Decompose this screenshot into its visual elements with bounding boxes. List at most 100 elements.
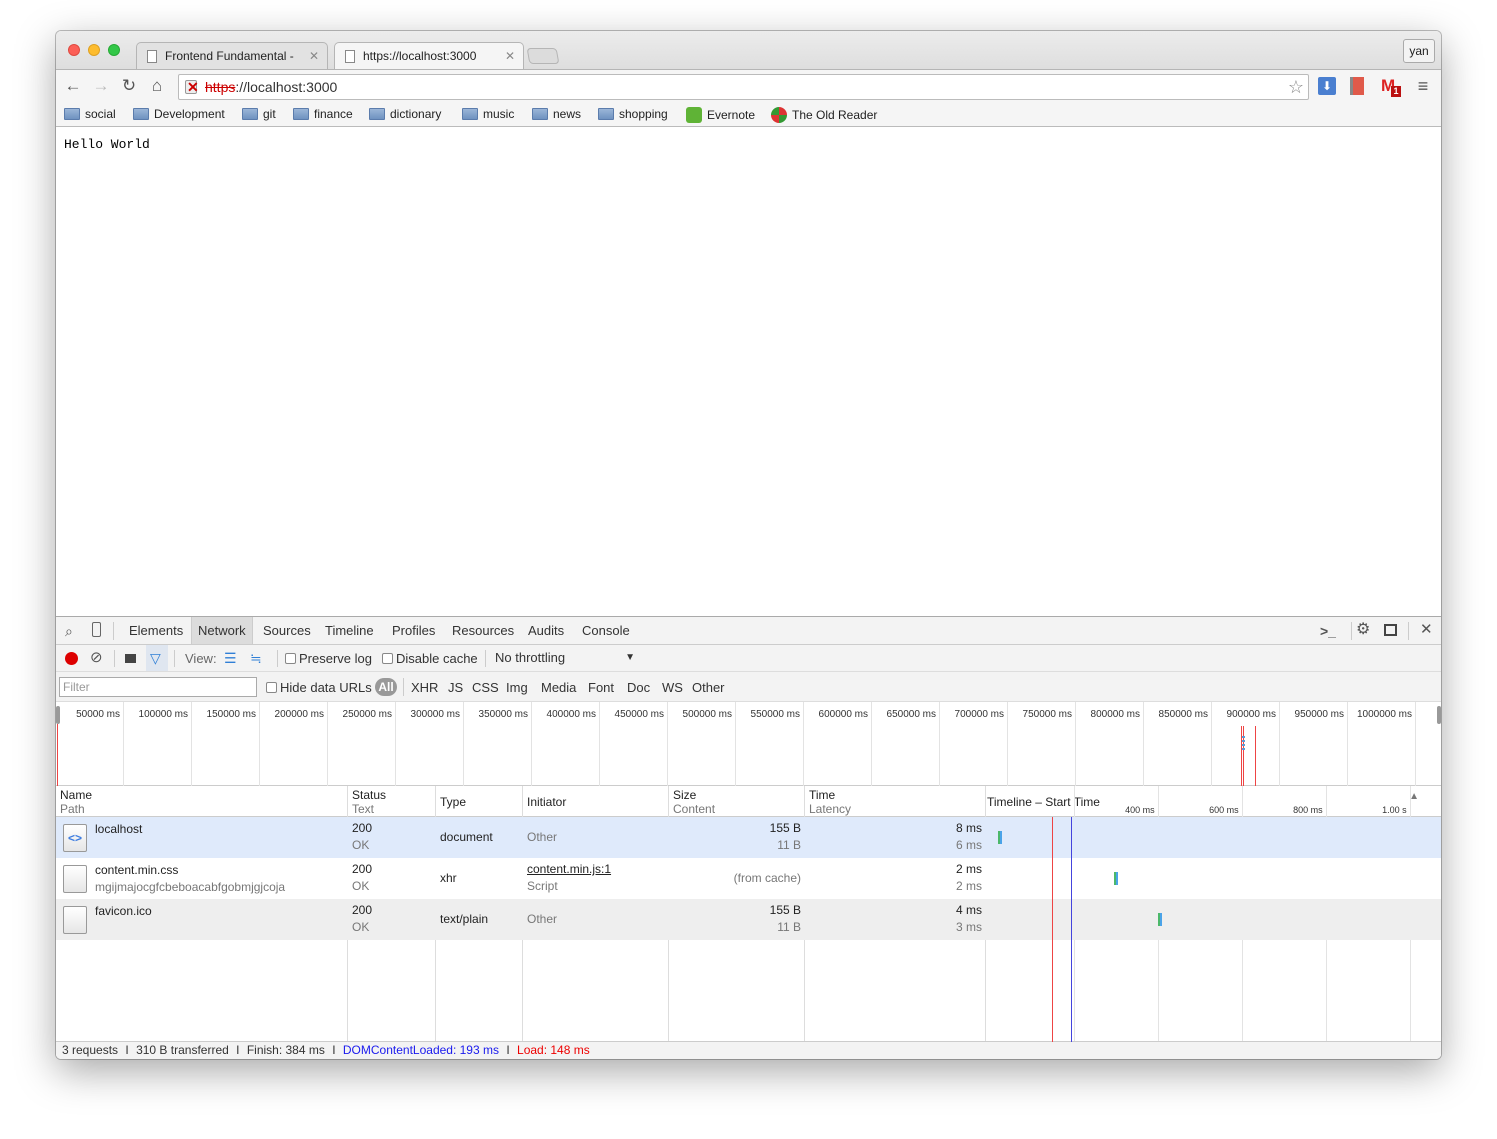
overview-waterfall-icon[interactable]: ≒ — [250, 650, 262, 666]
network-toolbar: ⊘ ▽ View: ☰ ≒ Preserve log Disable cache… — [56, 645, 1441, 672]
bookmark-news[interactable]: news — [532, 107, 581, 121]
tab-console[interactable]: Console — [576, 617, 636, 644]
document-file-icon: <> — [63, 824, 87, 852]
initiator: Other — [527, 912, 558, 926]
request-row[interactable]: favicon.ico 200 OK text/plain Other 155 … — [56, 899, 1441, 940]
overview-tick-label: 450000 ms — [600, 702, 668, 786]
dock-side-icon[interactable] — [1384, 624, 1397, 636]
bookmark-shopping[interactable]: shopping — [598, 107, 668, 121]
minimize-window-button[interactable] — [88, 44, 100, 56]
filter-all[interactable]: All — [375, 678, 397, 696]
hide-data-urls-checkbox[interactable]: Hide data URLs — [266, 680, 372, 696]
status-code: 200 — [352, 821, 373, 835]
filter-img[interactable]: Img — [506, 680, 528, 696]
bookmark-finance[interactable]: finance — [293, 107, 353, 121]
bookmark-evernote[interactable]: Evernote — [686, 107, 755, 123]
maximize-window-button[interactable] — [108, 44, 120, 56]
timeline-bar[interactable] — [998, 831, 1002, 844]
overview-tick-label: 900000 ms — [1212, 702, 1280, 786]
menu-icon[interactable]: ≡ — [1412, 75, 1434, 97]
large-rows-icon[interactable]: ☰ — [224, 650, 237, 666]
request-row[interactable]: content.min.css mgijmajocgfcbeboacabfgob… — [56, 858, 1441, 899]
timeline-bar[interactable] — [1157, 913, 1162, 926]
bookmark-old-reader[interactable]: The Old Reader — [771, 107, 877, 123]
new-tab-button[interactable] — [526, 48, 560, 64]
ssl-error-icon: ✕ — [187, 79, 199, 95]
request-name[interactable]: content.min.css — [95, 862, 178, 879]
overview-tick-label: 750000 ms — [1008, 702, 1076, 786]
gmail-badge: 1 — [1391, 86, 1401, 97]
filter-font[interactable]: Font — [588, 680, 614, 696]
tab-resources[interactable]: Resources — [446, 617, 520, 644]
address-bar[interactable]: ✕ https://localhost:3000 ☆ — [178, 74, 1309, 100]
console-drawer-icon[interactable]: >_ — [1320, 623, 1336, 639]
filter-media[interactable]: Media — [541, 680, 576, 696]
tab-audits[interactable]: Audits — [522, 617, 570, 644]
close-tab-icon[interactable]: ✕ — [505, 43, 515, 70]
tab-sources[interactable]: Sources — [257, 617, 317, 644]
forward-icon[interactable]: → — [90, 75, 112, 97]
column-status[interactable]: Status Text — [352, 788, 386, 816]
tab-network[interactable]: Network — [191, 617, 253, 644]
timeline-bar[interactable] — [1114, 872, 1119, 885]
initiator-link[interactable]: content.min.js:1 — [527, 861, 611, 878]
bookmark-development[interactable]: Development — [133, 107, 225, 121]
browser-tab-localhost[interactable]: https://localhost:3000 ✕ — [334, 42, 524, 69]
tab-timeline[interactable]: Timeline — [319, 617, 380, 644]
overview-tick-label: 350000 ms — [464, 702, 532, 786]
bookmark-music[interactable]: music — [462, 107, 514, 121]
request-size: 155 B — [769, 903, 801, 917]
device-mode-icon[interactable] — [92, 622, 101, 637]
disable-cache-checkbox[interactable]: Disable cache — [382, 651, 478, 667]
column-initiator[interactable]: Initiator — [527, 795, 566, 809]
profile-button[interactable]: yan — [1403, 39, 1435, 63]
filter-js[interactable]: JS — [448, 680, 463, 696]
overview-tick-label: 100000 ms — [124, 702, 192, 786]
filter-input[interactable]: Filter — [59, 677, 257, 697]
home-icon[interactable]: ⌂ — [146, 75, 168, 97]
tab-elements[interactable]: Elements — [123, 617, 189, 644]
bookmark-social[interactable]: social — [64, 107, 116, 121]
request-latency: 3 ms — [955, 920, 982, 934]
column-size[interactable]: Size Content — [673, 788, 715, 816]
bookmark-extension-icon[interactable] — [1350, 77, 1364, 95]
folder-icon — [64, 108, 80, 120]
request-size: (from cache) — [733, 871, 801, 885]
filter-doc[interactable]: Doc — [627, 680, 650, 696]
overview-tick-label: 300000 ms — [396, 702, 464, 786]
column-name[interactable]: Name Path — [60, 788, 92, 816]
request-row[interactable]: <> localhost 200 OK document Other 155 B… — [56, 817, 1441, 858]
capture-screenshots-icon[interactable] — [125, 654, 136, 663]
tab-profiles[interactable]: Profiles — [386, 617, 441, 644]
inspect-search-icon[interactable]: ⌕ — [65, 623, 73, 639]
settings-gear-icon[interactable]: ⚙ — [1356, 622, 1370, 638]
network-overview[interactable]: 50000 ms 100000 ms 150000 ms 200000 ms 25000… — [56, 702, 1441, 786]
bookmark-star-icon[interactable]: ☆ — [1288, 75, 1304, 99]
filter-other[interactable]: Other — [692, 680, 725, 696]
request-name[interactable]: localhost — [95, 821, 142, 838]
download-extension-icon[interactable]: ⬇ — [1318, 77, 1336, 95]
close-devtools-icon[interactable]: ✕ — [1420, 622, 1433, 638]
throttling-select[interactable]: No throttling ▼ — [495, 650, 635, 666]
close-window-button[interactable] — [68, 44, 80, 56]
back-icon[interactable]: ← — [62, 75, 84, 97]
overview-tick-label: 600000 ms — [804, 702, 872, 786]
request-name[interactable]: favicon.ico — [95, 903, 152, 920]
gmail-extension-icon[interactable]: M1 — [1381, 77, 1401, 97]
column-time[interactable]: Time Latency — [809, 788, 851, 816]
reload-icon[interactable]: ↻ — [118, 75, 140, 97]
filter-ws[interactable]: WS — [662, 680, 683, 696]
record-button[interactable] — [65, 652, 78, 665]
preserve-log-checkbox[interactable]: Preserve log — [285, 651, 372, 667]
filter-xhr[interactable]: XHR — [411, 680, 438, 696]
filter-funnel-icon[interactable]: ▽ — [150, 650, 161, 666]
requests-table: Name Path Status Text Type Initiator Size C… — [56, 786, 1441, 1042]
bookmark-dictionary[interactable]: dictionary — [369, 107, 441, 121]
filter-css[interactable]: CSS — [472, 680, 499, 696]
close-tab-icon[interactable]: ✕ — [309, 43, 319, 70]
browser-tab-frontend[interactable]: Frontend Fundamental - HT ✕ — [136, 42, 328, 90]
dom-content-loaded-time: DOMContentLoaded: 193 ms — [342, 1043, 499, 1057]
bookmark-git[interactable]: git — [242, 107, 276, 121]
clear-icon[interactable]: ⊘ — [90, 650, 103, 666]
column-type[interactable]: Type — [440, 795, 466, 809]
